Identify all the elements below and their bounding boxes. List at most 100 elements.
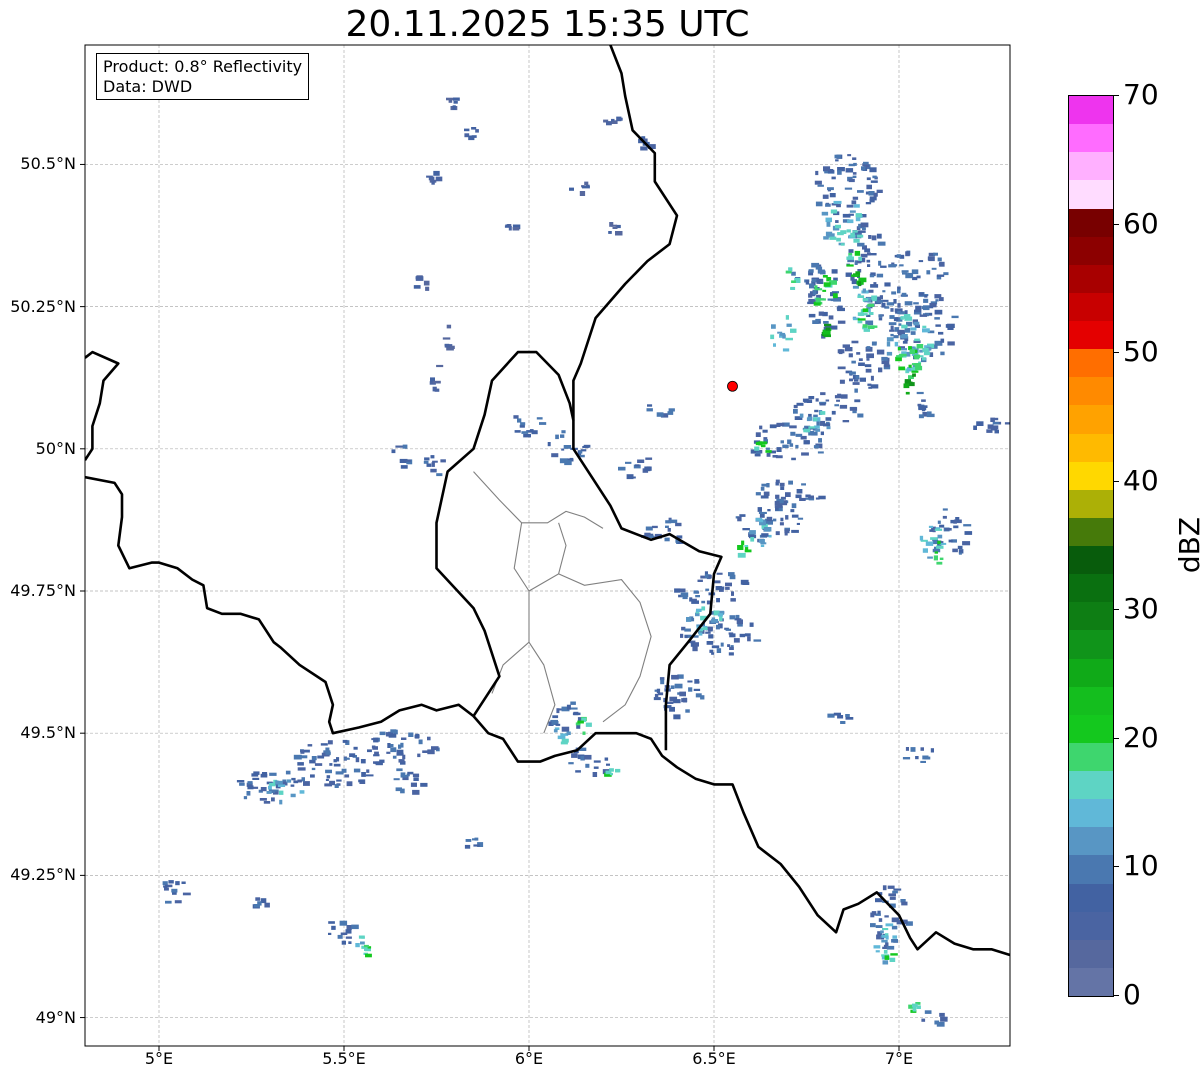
echo-pixel	[905, 747, 909, 751]
radar-site-marker	[727, 380, 738, 392]
echo-pixel	[754, 446, 760, 451]
echo-pixel	[871, 235, 877, 241]
echo-pixel	[934, 317, 940, 320]
echo-pixel	[264, 902, 270, 908]
echo-pixel	[835, 224, 841, 229]
echo-pixel	[560, 741, 568, 745]
echo-pixel	[865, 368, 872, 373]
echo-pixel	[275, 780, 279, 785]
echo-pixel	[935, 324, 941, 327]
echo-pixel	[266, 791, 272, 794]
echo-pixel	[440, 459, 446, 463]
echo-pixel	[939, 1012, 945, 1017]
colorbar-tick-label: 40	[1123, 463, 1159, 497]
echo-pixel	[432, 380, 441, 384]
echo-pixel	[834, 404, 839, 407]
echo-pixel	[889, 896, 896, 900]
echo-pixel	[375, 761, 383, 766]
echo-pixel	[773, 518, 777, 522]
echo-pixel	[762, 429, 768, 433]
echo-pixel	[875, 925, 883, 928]
echo-pixel	[942, 508, 948, 511]
echo-pixel	[307, 744, 313, 747]
echo-pixel	[432, 460, 438, 463]
echo-pixel	[855, 213, 862, 218]
echo-pixel	[830, 169, 835, 173]
echo-pixel	[785, 515, 789, 520]
echo-pixel	[775, 531, 780, 536]
echo-pixel	[870, 912, 875, 918]
echo-pixel	[913, 354, 921, 359]
echo-pixel	[808, 396, 815, 400]
colorbar-tickmark	[1113, 95, 1119, 96]
echo-pixel	[771, 324, 776, 329]
echo-pixel	[877, 241, 886, 246]
echo-pixel	[992, 421, 999, 425]
echo-pixel	[897, 310, 902, 315]
echo-pixel	[905, 391, 910, 395]
echo-pixel	[881, 356, 888, 361]
echo-pixel	[320, 743, 328, 746]
echo-pixel	[395, 787, 402, 792]
echo-pixel	[789, 443, 794, 447]
echo-pixel	[902, 340, 908, 344]
echo-pixel	[625, 461, 632, 464]
echo-pixel	[301, 777, 305, 782]
echo-pixel	[174, 900, 182, 904]
echo-pixel	[785, 492, 791, 497]
echo-pixel	[869, 167, 877, 173]
echo-pixel	[909, 382, 915, 387]
echo-pixel	[430, 455, 435, 459]
echo-pixel	[737, 545, 744, 550]
echo-pixel	[688, 687, 693, 692]
echo-pixel	[1004, 422, 1010, 425]
echo-pixel	[825, 417, 832, 421]
echo-pixel	[759, 519, 764, 523]
echo-pixel	[563, 445, 572, 449]
echo-pixel	[582, 731, 586, 735]
lon-tick-label: 6°E	[514, 1049, 544, 1068]
echo-pixel	[632, 476, 636, 479]
echo-pixel	[888, 322, 897, 326]
echo-pixel	[450, 345, 455, 349]
echo-pixel	[615, 768, 621, 773]
echo-pixel	[358, 779, 364, 783]
echo-pixel	[828, 315, 834, 320]
echo-pixel	[616, 117, 623, 121]
echo-pixel	[873, 192, 878, 197]
echo-pixel	[277, 784, 286, 787]
echo-pixel	[853, 204, 860, 208]
echo-pixel	[555, 723, 561, 726]
echo-pixel	[815, 497, 820, 500]
echo-pixel	[556, 708, 560, 714]
echo-pixel	[862, 308, 869, 313]
colorbar-segment	[1069, 433, 1113, 462]
echo-pixel	[740, 579, 749, 585]
echo-pixel	[882, 885, 887, 891]
echo-pixel	[911, 269, 919, 275]
echo-pixel	[825, 217, 832, 223]
echo-pixel	[785, 337, 793, 341]
echo-pixel	[303, 749, 310, 753]
echo-pixel	[706, 641, 714, 645]
echo-pixel	[793, 409, 798, 414]
echo-pixel	[884, 282, 891, 287]
colorbar-segment	[1069, 742, 1113, 771]
echo-pixel	[644, 466, 652, 471]
echo-pixel	[847, 154, 852, 157]
echo-pixel	[857, 242, 865, 247]
echo-pixel	[780, 517, 784, 522]
echo-pixel	[822, 289, 827, 292]
echo-pixel	[402, 444, 408, 449]
echo-pixel	[656, 412, 664, 417]
echo-pixel	[885, 935, 889, 940]
echo-pixel	[513, 415, 519, 419]
echo-pixel	[584, 181, 589, 186]
echo-pixel	[905, 251, 910, 257]
echo-pixel	[412, 773, 420, 777]
echo-pixel	[948, 539, 953, 543]
echo-pixel	[420, 782, 428, 787]
echo-pixel	[947, 325, 954, 330]
echo-pixel	[572, 712, 581, 716]
echo-pixel	[453, 101, 458, 104]
